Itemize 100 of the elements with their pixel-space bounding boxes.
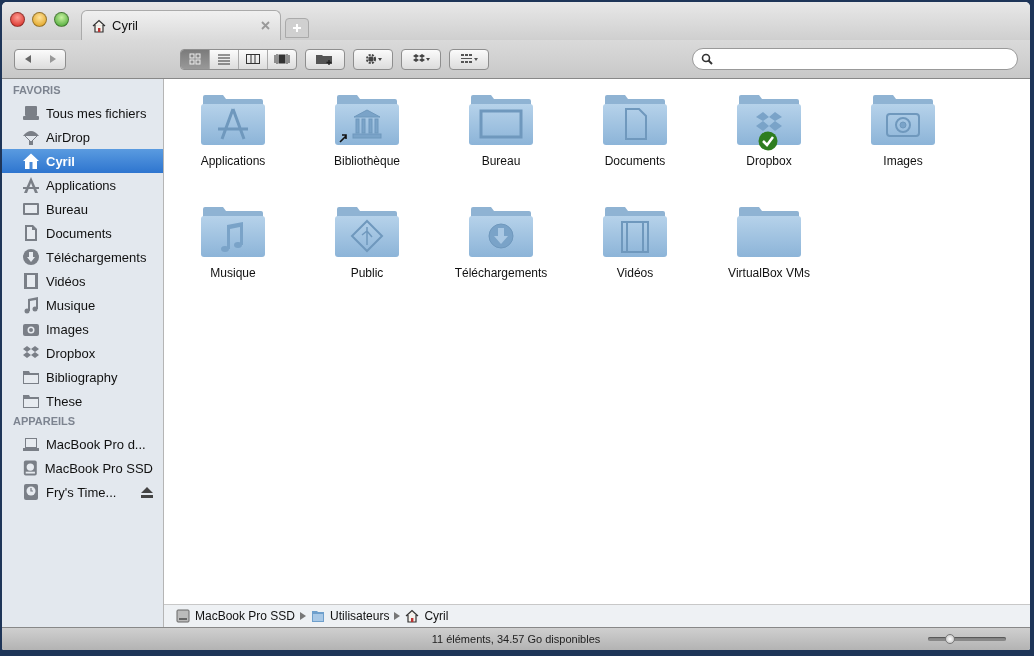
folder-label: Documents (604, 154, 666, 168)
sidebar-label: Fry's Time... (46, 484, 118, 500)
sidebar-item[interactable]: MacBook Pro SSD (2, 456, 163, 480)
sidebar-item[interactable]: Bibliography (2, 365, 163, 389)
sidebar-item[interactable]: Applications (2, 173, 163, 197)
search-icon (701, 53, 713, 65)
laptop-icon (22, 435, 40, 453)
sidebar-item[interactable]: Bureau (2, 197, 163, 221)
document-icon (22, 224, 40, 242)
sidebar-label: Bureau (46, 201, 89, 217)
folder-icon[interactable] (200, 205, 266, 259)
desktop-icon (22, 200, 40, 218)
sidebar-label: Applications (46, 177, 118, 193)
close-button[interactable] (10, 11, 25, 27)
folder-label: Images (883, 154, 923, 168)
chevron-icon (394, 612, 401, 620)
columns-icon (245, 53, 261, 65)
zoom-button[interactable] (54, 11, 69, 27)
folder-label: Vidéos (616, 266, 654, 280)
status-text: 11 éléments, 34.57 Go disponibles (431, 633, 601, 645)
music-icon (22, 296, 40, 314)
sidebar-label: Dropbox (46, 345, 97, 361)
forward-icon[interactable] (47, 54, 58, 64)
folder-label: Bibliothèque (333, 154, 401, 168)
cover-flow-icon (274, 53, 290, 65)
folder-icon[interactable] (870, 93, 936, 147)
section-heading: FAVORIS (12, 83, 62, 98)
sidebar-label: Téléchargements (46, 249, 148, 265)
folder-icon (22, 392, 40, 410)
sidebar-label: Vidéos (46, 273, 87, 289)
sidebar-item[interactable]: Images (2, 317, 163, 341)
folder-label: Téléchargements (454, 266, 548, 280)
sidebar-label: Musique (46, 297, 97, 313)
folder-icon[interactable] (736, 205, 802, 259)
folder-icon[interactable] (334, 205, 400, 259)
window-tab[interactable]: Cyril (81, 10, 281, 40)
chevron-icon (300, 612, 307, 620)
drawer-icon (22, 104, 40, 122)
back-forward-buttons[interactable] (14, 48, 66, 70)
grid-icon (187, 53, 203, 65)
sidebar-label: MacBook Pro d... (46, 436, 147, 452)
path-item[interactable]: MacBook Pro SSD (195, 609, 296, 623)
sidebar-item[interactable]: Musique (2, 293, 163, 317)
folder-icon (22, 368, 40, 386)
sidebar-label: Images (46, 321, 90, 337)
sidebar-item[interactable]: MacBook Pro d... (2, 432, 163, 456)
checkmark-badge-icon (758, 131, 778, 151)
home-icon (22, 152, 40, 170)
close-tab-icon[interactable] (261, 21, 270, 30)
film-icon (22, 272, 40, 290)
folder-icon[interactable] (200, 93, 266, 147)
download-icon (22, 248, 40, 266)
dropbox-menu-button[interactable] (401, 48, 441, 70)
folder-icon[interactable] (602, 93, 668, 147)
section-heading: APPAREILS (12, 414, 77, 429)
folder-label: Applications (200, 154, 266, 168)
folder-icon (311, 609, 326, 623)
sidebar-label: These (46, 393, 84, 409)
arrange-menu-button[interactable] (449, 48, 489, 70)
sidebar-item[interactable]: AirDrop (2, 125, 163, 149)
icon-size-slider[interactable] (928, 634, 1006, 644)
action-menu-button[interactable] (353, 48, 393, 70)
folder-label: Public (350, 266, 384, 280)
alias-arrow-icon (338, 133, 348, 143)
eject-icon[interactable] (141, 486, 153, 498)
sidebar-label: MacBook Pro SSD (44, 460, 153, 476)
path-item[interactable]: Cyril (424, 609, 449, 623)
parachute-icon (22, 128, 40, 146)
sidebar-label: Cyril (46, 153, 76, 169)
folder-icon[interactable] (468, 93, 534, 147)
tab-title: Cyril (112, 18, 139, 33)
folder-label: Dropbox (746, 154, 792, 168)
sidebar-item[interactable]: Tous mes fichiers (2, 101, 163, 125)
grid-icon (459, 52, 479, 66)
folder-label: Musique (210, 266, 256, 280)
folder-icon[interactable] (736, 93, 802, 147)
sidebar-label: AirDrop (46, 129, 92, 145)
folder-icon[interactable] (602, 205, 668, 259)
folder-label: VirtualBox VMs (728, 266, 810, 280)
slider-thumb[interactable] (944, 634, 955, 644)
apps-icon (22, 176, 40, 194)
sidebar-item[interactable]: Dropbox (2, 341, 163, 365)
sidebar-item[interactable]: Cyril (2, 149, 163, 173)
sidebar-item[interactable]: These (2, 389, 163, 413)
path-item[interactable]: Utilisateurs (330, 609, 390, 623)
folder-icon[interactable] (468, 205, 534, 259)
new-folder-icon (315, 52, 335, 66)
folder-icon[interactable] (334, 93, 400, 147)
home-icon (405, 609, 420, 623)
minimize-button[interactable] (32, 11, 47, 27)
sidebar-item[interactable]: Vidéos (2, 269, 163, 293)
sidebar-item[interactable]: Documents (2, 221, 163, 245)
sidebar-label: Bibliography (46, 369, 119, 385)
sidebar-label: Tous mes fichiers (46, 105, 148, 121)
new-folder-button[interactable] (305, 48, 345, 70)
plus-icon (292, 23, 302, 33)
sidebar-item[interactable]: Fry's Time... (2, 480, 163, 504)
sidebar-item[interactable]: Téléchargements (2, 245, 163, 269)
search-field[interactable] (692, 48, 1018, 70)
new-tab-button[interactable] (285, 18, 309, 38)
